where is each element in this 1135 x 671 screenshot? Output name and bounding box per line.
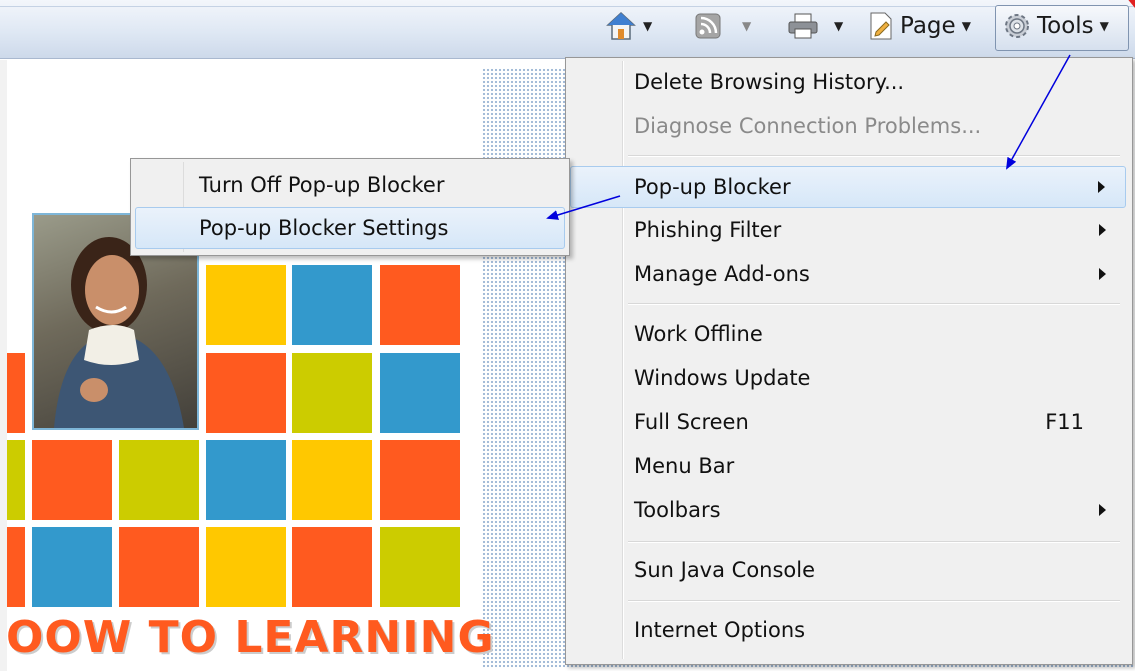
mosaic-tile: [292, 265, 372, 345]
menu-item-label: Work Offline: [634, 322, 763, 346]
mosaic-tile: [206, 353, 286, 433]
submenu-arrow-icon: [1099, 224, 1106, 236]
gear-icon: [1005, 14, 1029, 38]
menu-item-label: Sun Java Console: [634, 558, 816, 582]
home-button[interactable]: ▼: [605, 6, 652, 46]
menu-separator: [628, 155, 1120, 157]
menu-separator: [628, 600, 1120, 602]
menu-item-label: Phishing Filter: [634, 218, 782, 242]
menu-item-windows-update[interactable]: Windows Update: [570, 358, 1126, 398]
mosaic-tile: [119, 527, 199, 607]
mosaic-tile: [380, 440, 460, 520]
menu-item-sun-java-console[interactable]: Sun Java Console: [570, 550, 1126, 590]
menu-item-label: Internet Options: [634, 618, 806, 642]
home-icon: [606, 11, 636, 40]
menu-item-popup-blocker[interactable]: Pop-up Blocker: [570, 166, 1126, 208]
menu-item-label: Full Screen: [634, 410, 749, 434]
feeds-button[interactable]: ▼: [694, 6, 751, 46]
menu-item-diagnose-connection: Diagnose Connection Problems...: [570, 106, 1126, 146]
print-dropdown-icon[interactable]: ▼: [834, 19, 843, 33]
mosaic-tile: [380, 265, 460, 345]
menu-item-delete-browsing-history[interactable]: Delete Browsing History...: [570, 62, 1126, 102]
tools-menu-content[interactable]: Tools ▼: [1001, 6, 1109, 46]
page-dropdown-icon: ▼: [961, 19, 971, 33]
page-icon: [870, 12, 892, 40]
menu-item-label: Menu Bar: [634, 454, 735, 478]
menu-item-full-screen[interactable]: Full Screen F11: [570, 402, 1126, 442]
menu-item-internet-options[interactable]: Internet Options: [570, 610, 1126, 650]
menu-item-phishing-filter[interactable]: Phishing Filter: [570, 210, 1126, 250]
menu-item-manage-addons[interactable]: Manage Add-ons: [570, 254, 1126, 294]
mosaic-tile: [292, 527, 372, 607]
print-icon: [788, 13, 818, 39]
menu-item-label: Manage Add-ons: [634, 262, 810, 286]
mosaic-tile: [292, 440, 372, 520]
rss-feed-icon: [695, 13, 721, 39]
mosaic-tile: [32, 440, 112, 520]
menu-item-turn-off-popup-blocker[interactable]: Turn Off Pop-up Blocker: [135, 165, 565, 205]
submenu-arrow-icon: [1099, 504, 1106, 516]
tools-dropdown-menu: Delete Browsing History... Diagnose Conn…: [565, 57, 1133, 665]
menu-item-menu-bar[interactable]: Menu Bar: [570, 446, 1126, 486]
menu-item-label: Toolbars: [634, 498, 721, 522]
menu-item-label: Diagnose Connection Problems...: [634, 114, 982, 138]
mosaic-tile: [292, 353, 372, 433]
print-button[interactable]: ▼: [786, 6, 843, 46]
menu-item-shortcut: F11: [1045, 410, 1084, 434]
mosaic-tile: [7, 527, 25, 607]
menu-separator: [628, 541, 1120, 543]
page-menu-button[interactable]: Page ▼: [866, 6, 971, 46]
window-left-edge: [0, 60, 7, 671]
menu-item-label: Turn Off Pop-up Blocker: [199, 173, 445, 197]
menu-item-toolbars[interactable]: Toolbars: [570, 490, 1126, 530]
mosaic-tile: [380, 353, 460, 433]
mosaic-tile: [7, 440, 25, 520]
menu-item-popup-blocker-settings[interactable]: Pop-up Blocker Settings: [135, 207, 565, 249]
menu-item-label: Pop-up Blocker Settings: [199, 216, 449, 240]
mosaic-tile: [206, 440, 286, 520]
menu-item-label: Delete Browsing History...: [634, 70, 905, 94]
menu-separator: [628, 303, 1120, 305]
mosaic-tile: [7, 353, 25, 433]
mosaic-tile: [32, 527, 112, 607]
submenu-arrow-icon: [1098, 181, 1105, 193]
menu-item-label: Windows Update: [634, 366, 811, 390]
mosaic-tile: [119, 440, 199, 520]
page-menu-label: Page: [900, 13, 956, 39]
tools-menu-label: Tools: [1037, 13, 1094, 39]
menu-item-label: Pop-up Blocker: [634, 175, 791, 199]
site-logo-text: OOW TO LEARNING: [6, 612, 495, 663]
home-dropdown-icon[interactable]: ▼: [643, 19, 652, 33]
menu-item-work-offline[interactable]: Work Offline: [570, 314, 1126, 354]
submenu-arrow-icon: [1099, 268, 1106, 280]
popup-blocker-submenu: Turn Off Pop-up Blocker Pop-up Blocker S…: [130, 158, 570, 256]
mosaic-tile: [206, 265, 286, 345]
tools-dropdown-icon: ▼: [1099, 19, 1109, 33]
mosaic-tile: [206, 527, 286, 607]
mosaic-tile: [380, 527, 460, 607]
feeds-dropdown-icon[interactable]: ▼: [742, 19, 751, 33]
